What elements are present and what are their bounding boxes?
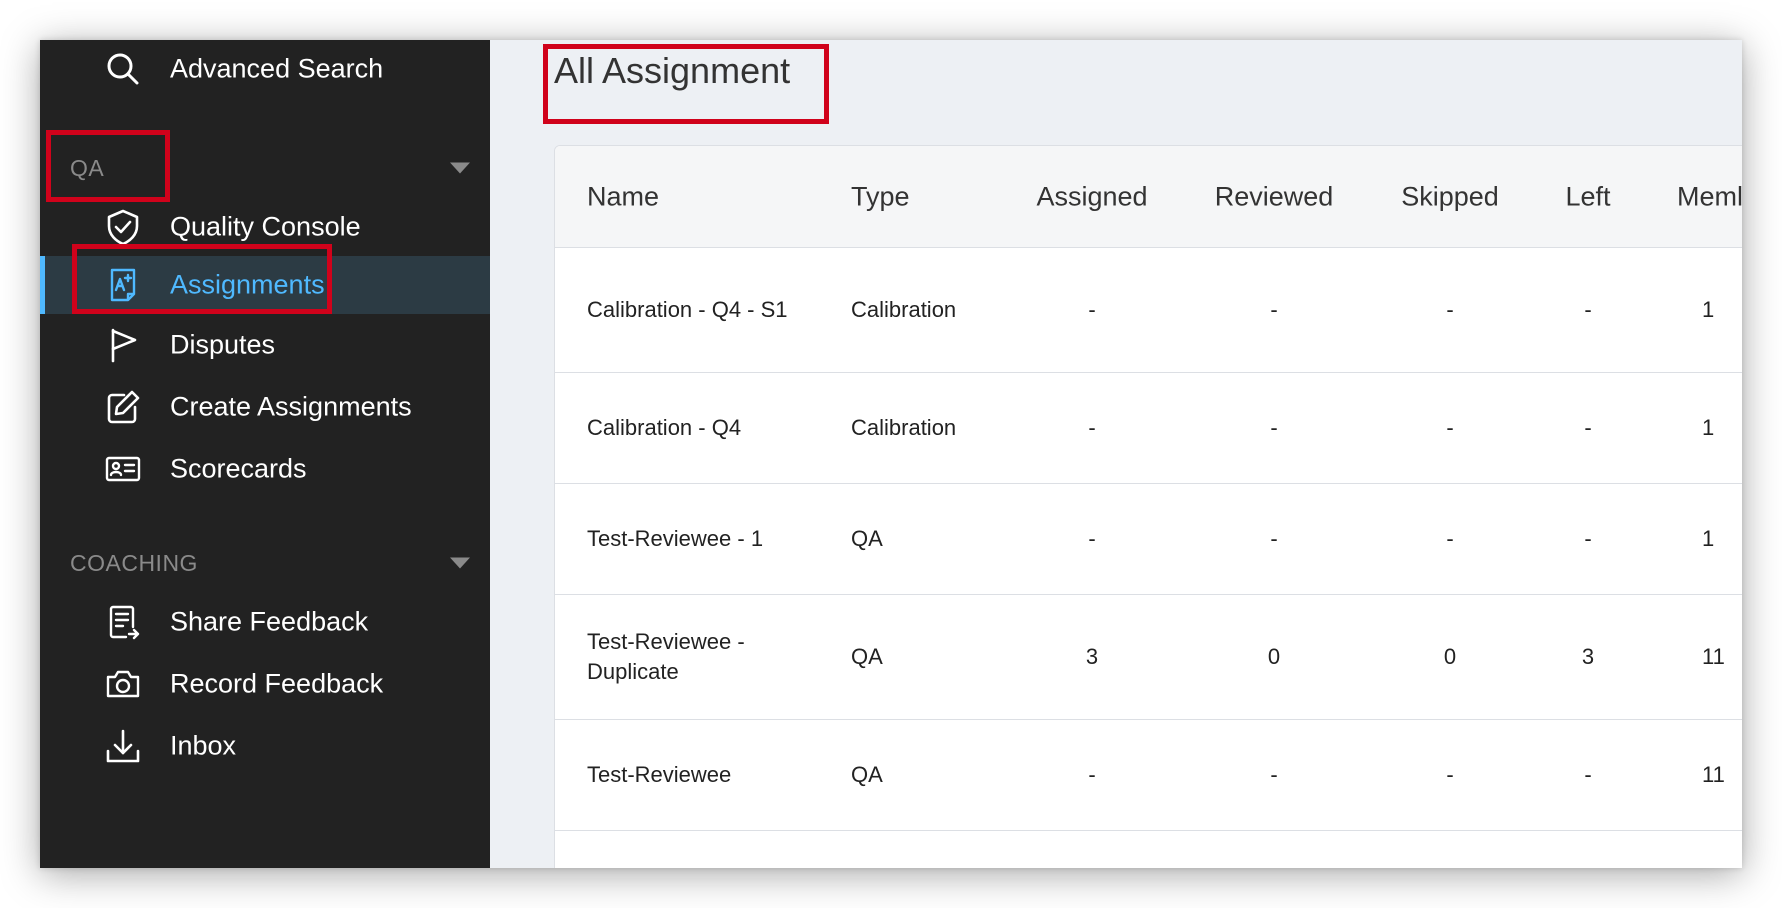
sidebar-item-advanced-search[interactable]: Advanced Search [40, 40, 490, 98]
main-content: All Assignment Name Type Assigned Review… [490, 40, 1742, 868]
assignment-document-icon [104, 266, 142, 304]
app-window: Advanced Search QA Quality Console Assig… [40, 40, 1742, 868]
cell-left: - [1584, 297, 1592, 322]
camera-icon [104, 665, 142, 703]
column-header-assigned[interactable]: Assigned [1036, 181, 1147, 212]
cell-skipped: - [1446, 415, 1454, 440]
sidebar-item-label: Record Feedback [170, 668, 384, 699]
search-icon [104, 50, 142, 88]
table-row[interactable]: Calibration - Q4 - S1 Calibration - - - … [555, 248, 1742, 373]
cell-name: Test-Reviewee - 1 [587, 526, 764, 551]
cell-assigned: - [1088, 526, 1096, 551]
sidebar-item-create-assignments[interactable]: Create Assignments [40, 378, 490, 436]
table-row[interactable]: Test-Reviewee - Duplicate QA 3 0 0 3 11 [555, 595, 1742, 720]
cell-skipped: - [1446, 526, 1454, 551]
sidebar: Advanced Search QA Quality Console Assig… [40, 40, 490, 868]
share-document-icon [104, 603, 142, 641]
cell-members: 1 [1702, 415, 1715, 440]
cell-left: - [1584, 762, 1592, 787]
section-header-qa[interactable]: QA [70, 148, 470, 188]
cell-members: 11 [1702, 762, 1725, 787]
column-header-left[interactable]: Left [1565, 181, 1610, 212]
page-title: All Assignment [554, 50, 791, 91]
sidebar-item-label: Scorecards [170, 453, 307, 484]
table-row[interactable]: Test-Reviewee QA - - - - 11 [555, 720, 1742, 831]
section-header-coaching[interactable]: COACHING [70, 543, 470, 583]
cell-assigned: - [1088, 762, 1096, 787]
cell-type: Calibration [851, 297, 957, 322]
sidebar-item-label: Assignments [170, 269, 325, 300]
flag-icon [104, 326, 142, 364]
column-header-type[interactable]: Type [851, 181, 910, 212]
cell-type: QA [851, 526, 883, 551]
column-header-reviewed[interactable]: Reviewed [1215, 181, 1334, 212]
sidebar-item-label: Create Assignments [170, 391, 412, 422]
cell-assigned: - [1088, 415, 1096, 440]
table-row[interactable] [555, 831, 1742, 868]
id-card-icon [104, 450, 142, 488]
sidebar-item-quality-console[interactable]: Quality Console [40, 198, 490, 256]
column-header-name[interactable]: Name [587, 181, 659, 212]
cell-name: Calibration - Q4 [587, 415, 742, 440]
sidebar-item-scorecards[interactable]: Scorecards [40, 440, 490, 498]
download-tray-icon [104, 727, 142, 765]
sidebar-item-label: Share Feedback [170, 606, 369, 637]
shield-check-icon [104, 208, 142, 246]
sidebar-item-share-feedback[interactable]: Share Feedback [40, 593, 490, 651]
cell-name: Test-Reviewee [587, 762, 732, 787]
cell-left: 3 [1581, 644, 1595, 669]
cell-type: QA [851, 644, 883, 669]
sidebar-item-disputes[interactable]: Disputes [40, 316, 490, 374]
caret-down-icon [450, 557, 470, 569]
sidebar-item-record-feedback[interactable]: Record Feedback [40, 655, 490, 713]
sidebar-item-label: Advanced Search [170, 53, 384, 84]
table-row[interactable]: Calibration - Q4 Calibration - - - - 1 [555, 373, 1742, 484]
active-indicator [40, 256, 45, 314]
sidebar-item-label: Disputes [170, 329, 276, 360]
cell-type: Calibration [851, 415, 957, 440]
sidebar-item-assignments[interactable]: Assignments [40, 256, 490, 314]
cell-members: 11 [1702, 644, 1725, 669]
section-title: COACHING [70, 549, 198, 576]
cell-assigned: - [1088, 297, 1096, 322]
cell-skipped: - [1446, 297, 1454, 322]
section-title: QA [70, 154, 105, 181]
cell-reviewed: 0 [1267, 644, 1281, 669]
cell-reviewed: - [1270, 526, 1278, 551]
sidebar-item-inbox[interactable]: Inbox [40, 717, 490, 775]
assignments-table: Name Type Assigned Reviewed Skipped Left… [554, 145, 1742, 868]
sidebar-item-label: Inbox [170, 730, 237, 761]
caret-down-icon [450, 162, 470, 174]
cell-type: QA [851, 762, 883, 787]
cell-skipped: 0 [1443, 644, 1457, 669]
sidebar-item-label: Quality Console [170, 211, 361, 242]
cell-members: 1 [1702, 297, 1715, 322]
cell-reviewed: - [1270, 762, 1278, 787]
column-header-skipped[interactable]: Skipped [1401, 181, 1499, 212]
cell-assigned: 3 [1085, 644, 1099, 669]
cell-reviewed: - [1270, 415, 1278, 440]
table-row[interactable]: Test-Reviewee - 1 QA - - - - 1 [555, 484, 1742, 595]
cell-left: - [1584, 526, 1592, 551]
edit-icon [104, 388, 142, 426]
cell-skipped: - [1446, 762, 1454, 787]
cell-name: Test-Reviewee - Duplicate [587, 629, 745, 684]
table-header: Name Type Assigned Reviewed Skipped Left… [555, 146, 1742, 248]
column-header-members[interactable]: Meml [1677, 181, 1742, 212]
cell-left: - [1584, 415, 1592, 440]
cell-reviewed: - [1270, 297, 1278, 322]
cell-name: Calibration - Q4 - S1 [587, 297, 788, 322]
cell-members: 1 [1702, 526, 1715, 551]
